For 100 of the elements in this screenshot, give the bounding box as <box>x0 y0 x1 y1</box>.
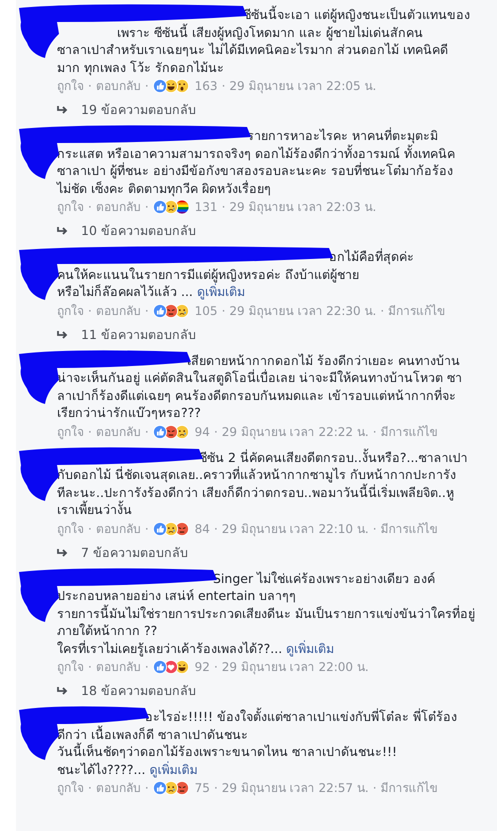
angry-face-icon <box>174 522 189 536</box>
edited-link[interactable]: มีการแก้ไข <box>380 422 438 440</box>
comment-text: น่าจะเห็นกันอยู่ แค่ตัดสินในสตูดิโอนี่เบื่อเลย น่าจะมีให้คนทางบ้านโหวต ซา <box>57 369 463 386</box>
comment-text: เพราะ ซีซันนี้ เสียงผู้หญิงโหดมาก และ ผู้ชายไม่เด่นสักคน <box>116 24 424 41</box>
reply-link[interactable]: ตอบกลับ <box>96 77 141 95</box>
reply-arrow-icon <box>57 226 69 236</box>
angry-face-icon <box>164 424 178 438</box>
comment-time[interactable]: 29 มิถุนายน เวลา 22:05 น. <box>229 77 376 95</box>
like-reaction-icon <box>152 200 167 214</box>
like-link[interactable]: ถูกใจ <box>57 198 84 216</box>
comment-text: คนให้คะแนนในรายการมีแต่ผู้หญิงหรอค่ะ ถึงบ้าแต่ผู้ชาย <box>57 266 360 282</box>
comment-time[interactable]: 29 มิถุนายน เวลา 22:22 น. <box>222 422 369 440</box>
like-reaction-icon <box>152 522 167 536</box>
reaction-count[interactable]: 75 <box>194 779 210 797</box>
separator-dot: · <box>88 520 92 538</box>
separator-dot: · <box>144 199 149 216</box>
edited-link[interactable]: มีการแก้ไข <box>380 520 438 538</box>
reply-link[interactable]: ตอบกลับ <box>96 422 141 440</box>
comment-text: ลาเปาก็ร้องดีแต่เฉยๆ คนร้องดีตกรอบกันหมดและ เข้ารอบแต่หน้ากากที่จะ <box>57 386 457 404</box>
separator-dot: · <box>88 78 92 95</box>
comment-time[interactable]: 29 มิถุนายน เวลา 22:03 น. <box>229 198 376 216</box>
separator-dot: · <box>88 424 92 440</box>
comment-text: ไม่ชัด เซ็งคะ ติดตามทุกวีค ผิดหวังเรื่อยๆ <box>57 180 272 197</box>
sad-face-icon <box>174 304 189 318</box>
like-link[interactable]: ถูกใจ <box>57 779 84 797</box>
reply-link[interactable]: ตอบกลับ <box>96 520 141 538</box>
view-replies-link[interactable]: 11 ข้อความตอบกลับ <box>81 326 196 344</box>
separator-dot: · <box>214 780 218 797</box>
comment-time[interactable]: 29 มิถุนายน เวลา 22:10 น. <box>222 520 369 538</box>
separator-dot: · <box>88 302 92 320</box>
comment-text: รายการหาอะไรคะ หาคนที่ตะมุตะมิ <box>246 127 439 144</box>
comment-text: กระแสต หรือเอาความสามารถจริงๆ ดอกไม้ร้องดีกว่าทั้งอารมณ์ ทั้งเทคนิค <box>57 144 456 162</box>
comment-text: ซาลาเปา ผู้ที่ชนะ อย่างมีข้อกังขาสองรอบละนะคะ รอบที่ชนะโต๋มาก้อร้อง <box>57 162 454 180</box>
comment-text: รายการนี้มันไม่ใช่รายการประกวดเสียงดีนะ มันเป็นรายการแข่งขันว่าใครที่อยู่ <box>57 604 476 622</box>
comment-text: ดีกว่า เนื้อเพลงก็ดี ซาลาเปาดันชนะ <box>57 726 249 742</box>
angry-face-icon <box>164 304 178 318</box>
separator-dot: · <box>214 520 218 538</box>
reaction-count[interactable]: 94 <box>194 422 210 440</box>
like-reaction-icon <box>152 304 167 318</box>
reply-arrow-icon <box>57 548 69 558</box>
laughing-face-icon <box>174 660 189 674</box>
view-replies-link[interactable]: 10 ข้อความตอบกลับ <box>81 222 196 240</box>
reply-link[interactable]: ตอบกลับ <box>96 779 141 797</box>
edited-link[interactable]: มีการแก้ไข <box>388 302 446 320</box>
comment-text: อกไม้คือที่สุดค่ะ <box>328 248 415 266</box>
reaction-count[interactable]: 131 <box>194 198 218 216</box>
reply-link[interactable]: ตอบกลับ <box>96 302 141 320</box>
comment-text: เรียกว่าน่ารักแบ๊วๆหรอ??? <box>57 404 202 422</box>
see-more-link[interactable]: ดูเพิ่มเติม <box>286 640 334 656</box>
comment-text: เสียดายหน้ากากดอกไม้ ร้องดีกว่าเยอะ คนทางบ้าน <box>186 352 461 369</box>
separator-dot: · <box>144 424 149 440</box>
separator-dot: · <box>88 199 92 216</box>
reply-link[interactable]: ตอบกลับ <box>96 658 141 676</box>
view-replies-link[interactable]: 7 ข้อความตอบกลับ <box>81 544 188 562</box>
like-link[interactable]: ถูกใจ <box>57 422 84 440</box>
heart-reaction-icon <box>164 660 178 674</box>
comment-text: ซีซันนี้จะเอา แต่ผู้หญิงชนะเป็นตัวแทนของ <box>242 6 471 24</box>
sad-face-icon <box>164 200 178 214</box>
separator-dot: · <box>144 302 149 320</box>
sad-face-icon <box>174 424 189 438</box>
separator-dot: · <box>144 659 149 676</box>
comment-text: ใครที่เราไม่เคยรู้เลยว่าเค้าร้องเพลงได้??... ดูเพิ่มเติม <box>57 640 336 657</box>
sad-face-icon <box>164 781 178 795</box>
reply-link[interactable]: ตอบกลับ <box>96 198 141 216</box>
see-more-link[interactable]: ดูเพิ่มเติม <box>149 762 198 776</box>
comment-text: กับดอกไม้ นี่ชัดเจนสุดเลย..คราวที่แล้วหน้ากากซามูไร กับหน้ากากปะการัง <box>57 466 457 484</box>
laughing-face-icon <box>164 79 178 93</box>
separator-dot: · <box>214 659 218 676</box>
separator-dot: · <box>372 424 377 440</box>
rainbow-reaction-icon <box>174 200 189 214</box>
reaction-count[interactable]: 84 <box>194 520 210 538</box>
like-link[interactable]: ถูกใจ <box>57 77 84 95</box>
comment-time[interactable]: 29 มิถุนายน เวลา 22:57 น. <box>222 779 369 797</box>
comment-time[interactable]: 29 มิถุนายน เวลา 22:00 น. <box>222 658 369 676</box>
reaction-count[interactable]: 92 <box>194 658 210 676</box>
separator-dot: · <box>144 520 149 538</box>
separator-dot: · <box>380 302 384 320</box>
separator-dot: · <box>88 780 92 797</box>
reaction-count[interactable]: 105 <box>194 302 218 320</box>
separator-dot: · <box>144 78 149 95</box>
comment-text: อะไรอ่ะ!!!!! ข้องใจตั้งแต่ซาลาเปาแข่งกับพี่โต๋ละ พี่โต๋ร้อง <box>144 708 458 726</box>
like-link[interactable]: ถูกใจ <box>57 658 84 676</box>
reply-arrow-icon <box>57 105 69 115</box>
reply-arrow-icon <box>57 686 69 696</box>
view-replies-link[interactable]: 19 ข้อความตอบกลับ <box>81 101 196 119</box>
comment-time[interactable]: 29 มิถุนายน เวลา 22:30 น. <box>229 302 376 320</box>
reaction-count[interactable]: 163 <box>194 77 218 95</box>
separator-dot: · <box>88 659 92 676</box>
like-link[interactable]: ถูกใจ <box>57 302 84 320</box>
like-reaction-icon <box>152 660 167 674</box>
view-replies-link[interactable]: 18 ข้อความตอบกลับ <box>81 682 196 700</box>
separator-dot: · <box>144 780 149 797</box>
see-more-link[interactable]: ดูเพิ่มเติม <box>196 284 245 299</box>
comment-text: ภายใต้หน้ากาก ?? <box>57 622 158 640</box>
like-link[interactable]: ถูกใจ <box>57 520 84 538</box>
comment-text: ชนะได้ไง????... ดูเพิ่มเติม <box>57 760 198 778</box>
edited-link[interactable]: มีการแก้ไข <box>380 779 438 797</box>
comment-text: ทีละนะ..ปะการังร้องดีกว่า เสียงก็ดีกว่าตกรอบ..พอมาวันนี้นี่เริ่มเพลียจิต..หู <box>57 484 455 500</box>
comment-text: หรือไม่ก็ล๊อคผลไว้แล้ว ... ดูเพิ่มเติม <box>57 283 245 300</box>
like-reaction-icon <box>152 79 167 93</box>
